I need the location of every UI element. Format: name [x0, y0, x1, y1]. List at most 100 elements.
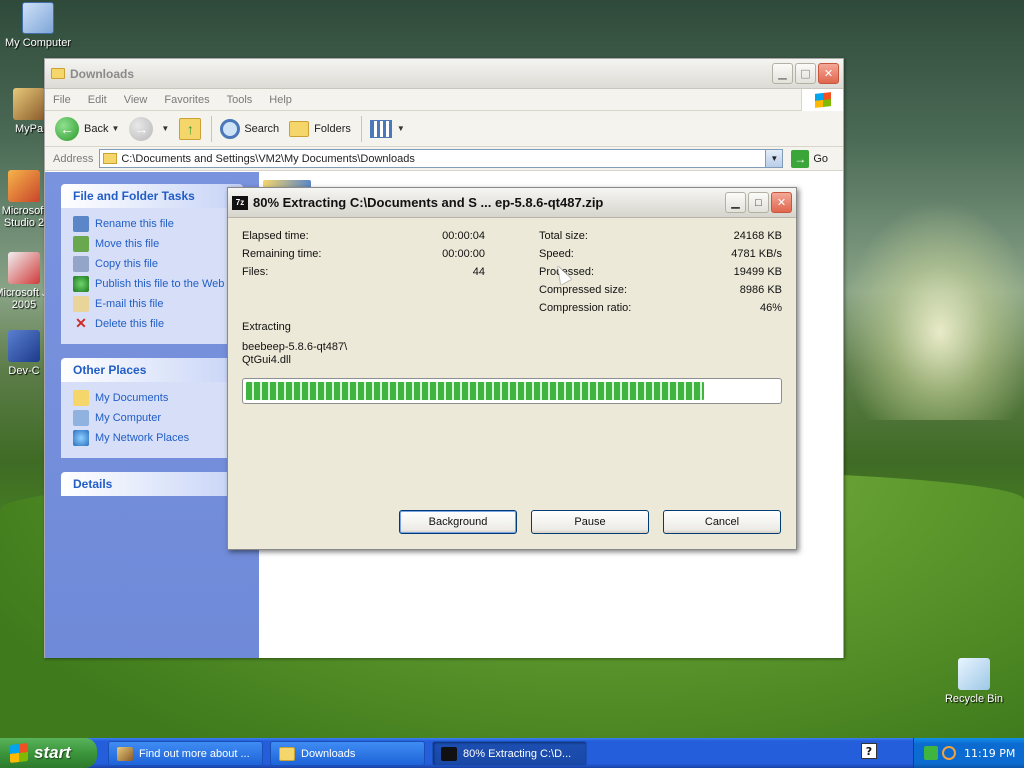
explorer-window-controls: ▁ □ ✕	[772, 63, 843, 84]
dialog-titlebar[interactable]: 7z 80% Extracting C:\Documents and S ...…	[228, 188, 796, 218]
task-copy-file[interactable]: Copy this file	[73, 254, 243, 274]
help-center-icon	[117, 746, 133, 761]
close-button[interactable]: ✕	[771, 192, 792, 213]
menu-file[interactable]: File	[53, 94, 71, 106]
go-arrow-icon: →	[791, 149, 810, 168]
stat-value: 8986 KB	[739, 284, 782, 296]
address-bar: Address C:\Documents and Settings\VM2\My…	[45, 147, 843, 171]
stat-total-size: Total size: 24168 KB	[539, 230, 782, 242]
panel-header[interactable]: Other Places	[61, 358, 243, 382]
file-folder-tasks-panel: File and Folder Tasks Rename this file M…	[61, 184, 243, 344]
search-icon	[220, 118, 241, 139]
taskbar-item-internet[interactable]: Find out more about ...	[108, 741, 263, 766]
maximize-button[interactable]: □	[748, 192, 769, 213]
extracting-file: QtGui4.dll	[242, 354, 291, 366]
back-button[interactable]: ← Back ▼	[55, 116, 119, 141]
place-label: My Computer	[95, 412, 162, 424]
menu-view[interactable]: View	[124, 94, 148, 106]
address-input[interactable]: C:\Documents and Settings\VM2\My Documen…	[99, 149, 784, 168]
desktop-icon-label: Recycle Bin	[944, 693, 1004, 705]
folder-icon	[103, 153, 118, 164]
place-my-computer[interactable]: My Computer	[73, 408, 243, 428]
folders-button[interactable]: Folders	[289, 120, 351, 137]
go-button[interactable]: → Go	[791, 149, 829, 168]
help-icon[interactable]: ?	[861, 743, 877, 759]
jsharp-icon	[8, 252, 40, 284]
menu-tools[interactable]: Tools	[227, 94, 253, 106]
stat-processed: Processed: 19499 KB	[539, 266, 782, 278]
stat-label: Compressed size:	[539, 284, 628, 296]
progress-bar	[242, 378, 782, 404]
place-my-documents[interactable]: My Documents	[73, 388, 243, 408]
stat-value: 00:00:04	[442, 230, 485, 242]
minimize-button[interactable]: ▁	[772, 63, 793, 84]
chevron-down-icon: ▼	[396, 124, 405, 133]
cancel-button[interactable]: Cancel	[663, 510, 781, 534]
stat-speed: Speed: 4781 KB/s	[539, 248, 782, 260]
taskbar-item-downloads[interactable]: Downloads	[270, 741, 425, 766]
network-tray-icon[interactable]	[924, 746, 938, 760]
views-icon	[369, 119, 392, 138]
explorer-title: Downloads	[70, 66, 135, 81]
stat-elapsed-time: Elapsed time: 00:00:04	[242, 230, 485, 242]
stat-value: 00:00:00	[442, 248, 485, 260]
forward-button[interactable]: → ▼	[129, 116, 169, 141]
dialog-window-controls: ▁ □ ✕	[725, 192, 796, 213]
visual-studio-icon	[8, 170, 40, 202]
chevron-down-icon[interactable]: ▼	[161, 124, 169, 133]
up-folder-button[interactable]: ↑	[179, 117, 202, 140]
stat-label: Elapsed time:	[242, 230, 309, 242]
go-label: Go	[813, 152, 829, 165]
search-tray-icon[interactable]	[942, 746, 956, 760]
explorer-titlebar[interactable]: Downloads ▁ □ ✕	[45, 59, 843, 89]
menu-help[interactable]: Help	[269, 94, 292, 106]
dialog-body: Elapsed time: 00:00:04 Remaining time: 0…	[228, 218, 796, 404]
place-my-network-places[interactable]: My Network Places	[73, 428, 243, 448]
back-label: Back	[84, 122, 109, 135]
task-delete-file[interactable]: ✕ Delete this file	[73, 314, 243, 334]
pause-button[interactable]: Pause	[531, 510, 649, 534]
views-button[interactable]: ▼	[369, 119, 405, 138]
desktop-icon-recycle-bin[interactable]: Recycle Bin	[936, 658, 1012, 705]
background-button[interactable]: Background	[399, 510, 517, 534]
7zip-icon: 7z	[232, 195, 248, 210]
desktop-icon-label: My Computer	[4, 37, 72, 49]
panel-header[interactable]: Details	[61, 472, 243, 496]
task-email-file[interactable]: E-mail this file	[73, 294, 243, 314]
place-label: My Documents	[95, 392, 169, 404]
task-move-file[interactable]: Move this file	[73, 234, 243, 254]
copy-icon	[73, 256, 89, 272]
start-button[interactable]: start	[0, 738, 97, 768]
chevron-down-icon[interactable]: ▼	[111, 124, 119, 133]
app-icon	[13, 88, 45, 120]
stat-value: 44	[472, 266, 485, 278]
menu-edit[interactable]: Edit	[88, 94, 107, 106]
search-button[interactable]: Search	[220, 118, 279, 139]
minimize-button[interactable]: ▁	[725, 192, 746, 213]
toolbar-separator	[211, 115, 213, 142]
stat-label: Speed:	[539, 248, 574, 260]
task-publish-file[interactable]: Publish this file to the Web	[73, 274, 243, 294]
desktop-icon-my-computer[interactable]: My Computer	[0, 2, 76, 49]
place-label: My Network Places	[95, 432, 190, 444]
windows-flag-icon	[814, 92, 831, 108]
stat-label: Total size:	[539, 230, 588, 242]
extracting-folder: beebeep-5.8.6-qt487\	[242, 341, 348, 353]
close-button[interactable]: ✕	[818, 63, 839, 84]
task-rename-file[interactable]: Rename this file	[73, 214, 243, 234]
task-label: Publish this file to the Web	[95, 278, 225, 290]
maximize-button[interactable]: □	[795, 63, 816, 84]
taskbar-item-label: Downloads	[301, 747, 356, 760]
email-icon	[73, 296, 89, 312]
menu-favorites[interactable]: Favorites	[164, 94, 209, 106]
stat-value: 24168 KB	[733, 230, 782, 242]
stat-compression-ratio: Compression ratio: 46%	[539, 302, 782, 314]
taskbar-item-extracting[interactable]: 80% Extracting C:\D...	[432, 741, 587, 766]
recycle-bin-icon	[958, 658, 990, 690]
panel-header[interactable]: File and Folder Tasks	[61, 184, 243, 208]
dev-cpp-icon	[8, 330, 40, 362]
address-label: Address	[53, 152, 94, 165]
progress-fill	[246, 382, 704, 400]
folder-icon	[279, 746, 295, 761]
address-dropdown-button[interactable]: ▼	[765, 150, 783, 167]
